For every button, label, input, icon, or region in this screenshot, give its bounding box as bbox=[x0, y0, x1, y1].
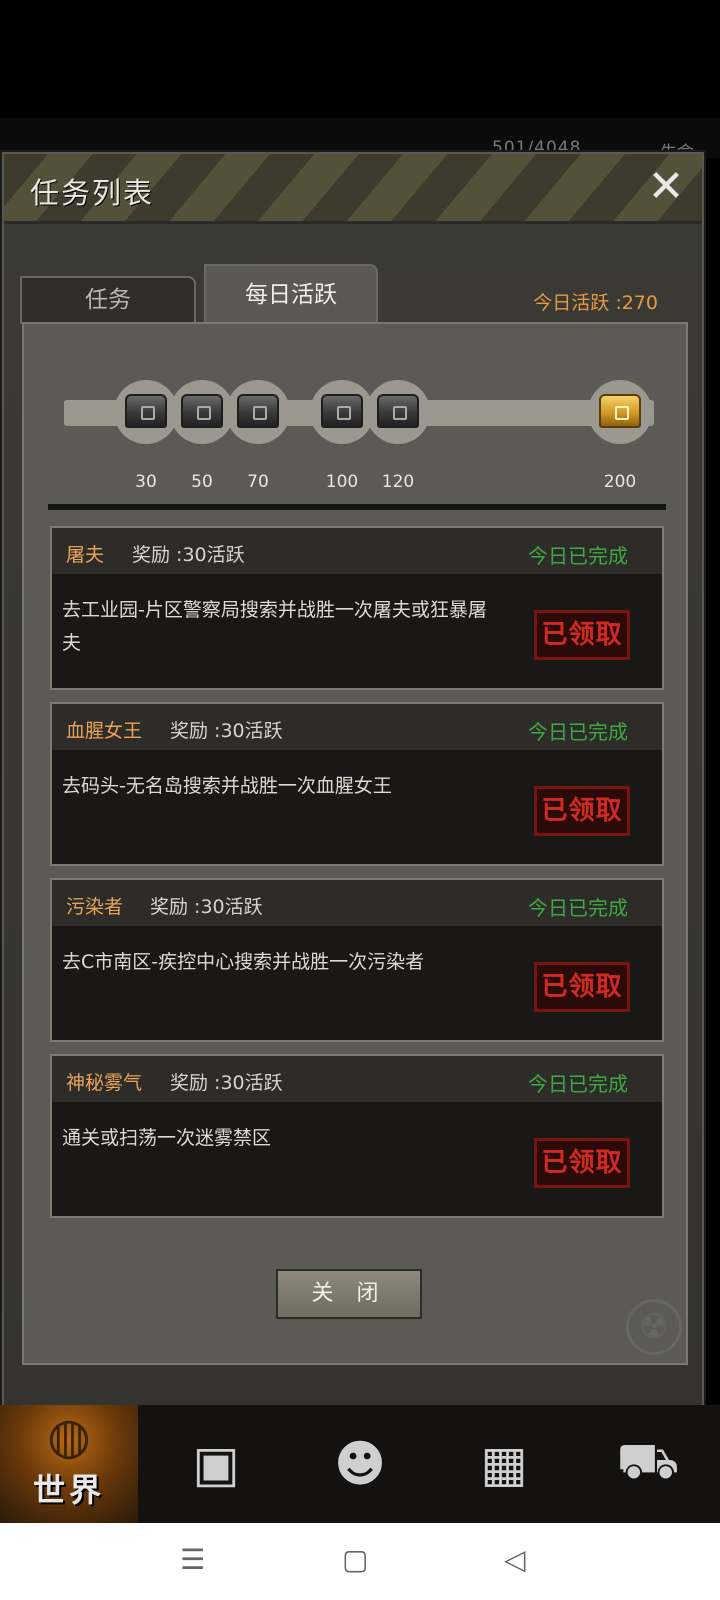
close-icon[interactable]: ✕ bbox=[644, 162, 688, 212]
today-active-total: 今日活跃 :270 bbox=[533, 292, 658, 314]
nav-world-label: 世界 bbox=[32, 1471, 105, 1509]
milestone-chest-30[interactable] bbox=[114, 380, 178, 444]
nav-character[interactable]: ☻ bbox=[288, 1405, 432, 1523]
bottom-nav: ◍ 世界 ▣ ☻ ▦ ⛟ bbox=[0, 1405, 720, 1523]
task-status: 今日已完成 bbox=[528, 544, 628, 568]
tab-tasks[interactable]: 任务 bbox=[20, 276, 196, 324]
task-header: 污染者 奖励 :30活跃 今日已完成 bbox=[52, 880, 662, 926]
milestone-label: 200 bbox=[603, 472, 637, 492]
task-status: 今日已完成 bbox=[528, 896, 628, 920]
task-status: 今日已完成 bbox=[528, 1072, 628, 1096]
task-description: 去工业园-片区警察局搜索并战胜一次屠夫或狂暴屠夫 bbox=[62, 599, 487, 654]
system-nav-bar: ☰ ▢ ◁ bbox=[0, 1523, 720, 1600]
milestone-label: 30 bbox=[135, 472, 157, 492]
task-list-dialog: 任务列表 ✕ 任务 每日活跃 今日活跃 :270 30 50 70 100 12… bbox=[2, 152, 704, 1407]
chest-icon bbox=[181, 394, 223, 428]
nav-phone[interactable]: ▦ bbox=[432, 1405, 576, 1523]
dialog-title: 任务列表 bbox=[30, 176, 155, 210]
daily-active-panel: 30 50 70 100 120 200 屠夫 奖励 :30活跃 今日已完成 去… bbox=[22, 322, 688, 1365]
backpack-icon: ▣ bbox=[192, 1435, 240, 1493]
milestone-chest-200[interactable] bbox=[588, 380, 652, 444]
home-icon[interactable]: ▢ bbox=[342, 1543, 368, 1576]
task-reward: 奖励 :30活跃 bbox=[170, 720, 283, 742]
task-header: 屠夫 奖励 :30活跃 今日已完成 bbox=[52, 528, 662, 574]
gold-chest-icon bbox=[599, 394, 641, 428]
task-name: 血腥女王 bbox=[66, 720, 143, 742]
task-status: 今日已完成 bbox=[528, 720, 628, 744]
chest-icon bbox=[125, 394, 167, 428]
task-reward: 奖励 :30活跃 bbox=[170, 1072, 283, 1094]
globe-icon: ◍ bbox=[47, 1407, 91, 1465]
milestone-label: 50 bbox=[191, 472, 213, 492]
claimed-stamp: 已领取 bbox=[534, 962, 630, 1012]
chest-icon bbox=[377, 394, 419, 428]
milestone-chest-50[interactable] bbox=[170, 380, 234, 444]
chest-icon bbox=[237, 394, 279, 428]
milestone-chest-100[interactable] bbox=[310, 380, 374, 444]
task-header: 神秘雾气 奖励 :30活跃 今日已完成 bbox=[52, 1056, 662, 1102]
milestone-chest-70[interactable] bbox=[226, 380, 290, 444]
task-name: 屠夫 bbox=[66, 544, 105, 566]
back-icon[interactable]: ◁ bbox=[504, 1543, 526, 1576]
milestone-label: 120 bbox=[381, 472, 415, 492]
cart-icon: ⛟ bbox=[616, 1431, 680, 1490]
task-card: 污染者 奖励 :30活跃 今日已完成 去C市南区-疾控中心搜索并战胜一次污染者 … bbox=[50, 878, 664, 1042]
task-description: 通关或扫荡一次迷雾禁区 bbox=[62, 1127, 272, 1149]
menu-icon[interactable]: ☰ bbox=[180, 1543, 205, 1576]
nav-shop[interactable]: ⛟ bbox=[576, 1405, 720, 1523]
claimed-stamp: 已领取 bbox=[534, 1138, 630, 1188]
task-card: 屠夫 奖励 :30活跃 今日已完成 去工业园-片区警察局搜索并战胜一次屠夫或狂暴… bbox=[50, 526, 664, 690]
chest-icon bbox=[321, 394, 363, 428]
close-button[interactable]: 关 闭 bbox=[276, 1269, 422, 1319]
task-name: 污染者 bbox=[66, 896, 124, 918]
phone-icon: ▦ bbox=[480, 1435, 528, 1493]
scroll-divider bbox=[48, 504, 666, 510]
claimed-stamp: 已领取 bbox=[534, 786, 630, 836]
task-description: 去C市南区-疾控中心搜索并战胜一次污染者 bbox=[62, 951, 425, 973]
tab-daily-active[interactable]: 每日活跃 bbox=[204, 264, 378, 324]
task-reward: 奖励 :30活跃 bbox=[132, 544, 245, 566]
head-icon: ☻ bbox=[333, 1435, 387, 1493]
nav-world[interactable]: ◍ 世界 bbox=[0, 1405, 138, 1523]
task-description: 去码头-无名岛搜索并战胜一次血腥女王 bbox=[62, 775, 392, 797]
task-reward: 奖励 :30活跃 bbox=[150, 896, 263, 918]
claimed-stamp: 已领取 bbox=[534, 610, 630, 660]
task-header: 血腥女王 奖励 :30活跃 今日已完成 bbox=[52, 704, 662, 750]
dialog-header: 任务列表 ✕ bbox=[4, 154, 702, 224]
milestone-chest-120[interactable] bbox=[366, 380, 430, 444]
radiation-icon: ☢ bbox=[626, 1299, 682, 1355]
milestone-label: 70 bbox=[247, 472, 269, 492]
nav-backpack[interactable]: ▣ bbox=[144, 1405, 288, 1523]
milestone-label: 100 bbox=[325, 472, 359, 492]
task-card: 神秘雾气 奖励 :30活跃 今日已完成 通关或扫荡一次迷雾禁区 已领取 bbox=[50, 1054, 664, 1218]
task-name: 神秘雾气 bbox=[66, 1072, 143, 1094]
task-card: 血腥女王 奖励 :30活跃 今日已完成 去码头-无名岛搜索并战胜一次血腥女王 已… bbox=[50, 702, 664, 866]
